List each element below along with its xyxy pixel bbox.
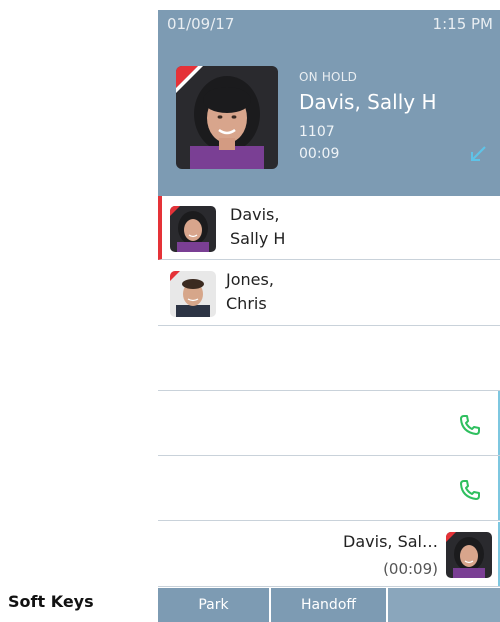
phone-screen: 01/09/17 1:15 PM ON HOLD Davis, Sally H … <box>158 0 500 622</box>
call-appearance-1[interactable] <box>158 391 500 456</box>
line-avatar <box>170 271 216 317</box>
status-bar: 01/09/17 1:15 PM <box>158 10 500 40</box>
current-call[interactable]: Davis, Sal… (00:09) <box>158 522 500 587</box>
softkeys-caption: Soft Keys <box>8 592 94 611</box>
softkey-bar: Park Handoff <box>158 588 500 622</box>
caller-name: Davis, Sally H <box>299 90 437 114</box>
current-call-name: Davis, Sal… <box>343 532 438 551</box>
current-call-duration: (00:09) <box>383 560 438 578</box>
incoming-call-arrow-icon <box>468 144 488 164</box>
line-avatar <box>170 206 216 252</box>
call-appearance-2[interactable] <box>158 456 500 521</box>
status-time: 1:15 PM <box>432 15 493 33</box>
line-label-1: Jones, <box>226 270 274 289</box>
line-key-jones[interactable]: Jones, Chris <box>158 261 500 326</box>
line-label-2: Sally H <box>230 229 286 248</box>
line-key-empty[interactable] <box>158 326 500 391</box>
line-label-1: Davis, <box>230 205 280 224</box>
hold-call-panel[interactable]: ON HOLD Davis, Sally H 1107 00:09 <box>158 40 500 196</box>
phone-icon <box>458 478 482 502</box>
park-softkey[interactable]: Park <box>158 588 271 622</box>
line-label-2: Chris <box>226 294 267 313</box>
status-date: 01/09/17 <box>167 15 235 33</box>
handoff-softkey[interactable]: Handoff <box>271 588 388 622</box>
caller-extension: 1107 <box>299 124 335 140</box>
phone-icon <box>458 413 482 437</box>
caller-avatar <box>176 66 278 169</box>
current-call-avatar <box>446 532 492 578</box>
empty-softkey[interactable] <box>388 588 500 622</box>
call-state-label: ON HOLD <box>299 70 358 84</box>
hold-timer: 00:09 <box>299 146 340 162</box>
line-key-davis[interactable]: Davis, Sally H <box>158 196 500 260</box>
